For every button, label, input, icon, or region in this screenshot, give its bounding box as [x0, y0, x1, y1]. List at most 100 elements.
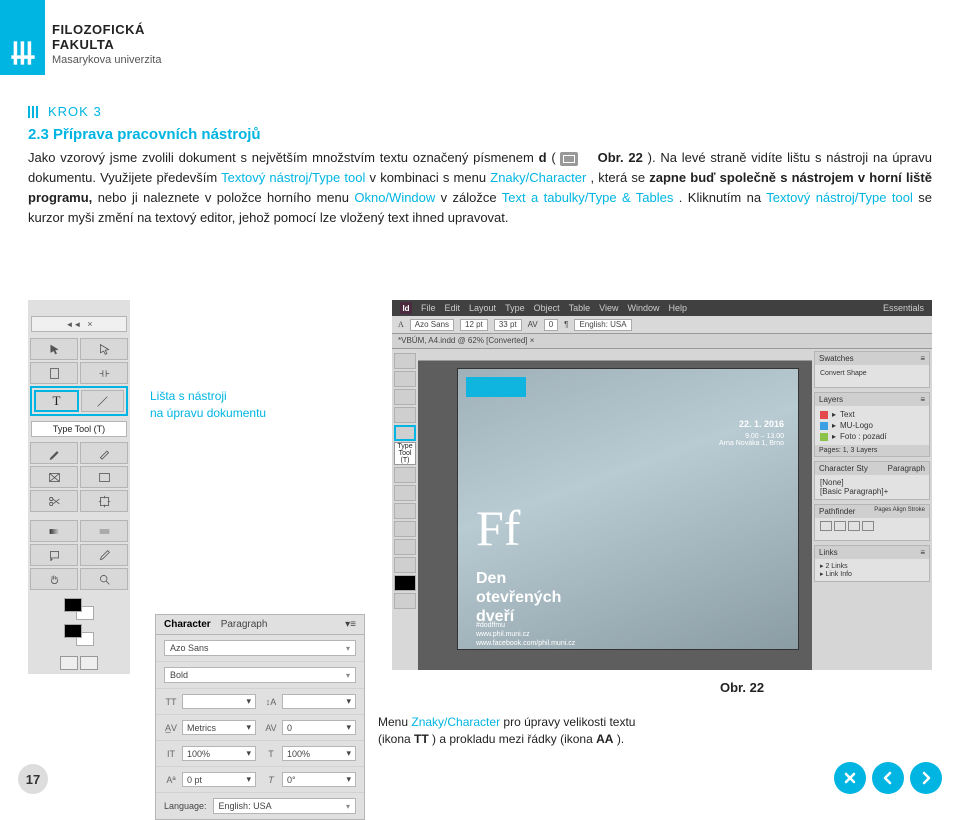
ws-gap-icon[interactable]: [394, 407, 416, 423]
ws-type-tool-icon[interactable]: [394, 425, 416, 441]
font-weight-field[interactable]: Bold▾: [164, 667, 356, 683]
menu-object[interactable]: Object: [534, 303, 560, 313]
type-tool-icon[interactable]: T: [34, 390, 79, 412]
ws-gradient-icon[interactable]: [394, 521, 416, 537]
note-tool-icon[interactable]: [30, 544, 78, 566]
language-field[interactable]: English: USA▾: [213, 798, 356, 814]
font-size-field[interactable]: ▾: [182, 694, 256, 709]
tracking-field[interactable]: 0▾: [282, 720, 356, 735]
preview-view-icon[interactable]: [80, 656, 98, 670]
ws-rect-icon[interactable]: [394, 485, 416, 501]
faculty-line3: Masarykova univerzita: [52, 54, 161, 66]
ws-hand-icon[interactable]: [394, 539, 416, 555]
baseline-field[interactable]: 0 pt▾: [182, 772, 256, 787]
pen-tool-icon[interactable]: [30, 442, 78, 464]
ws-sel-icon[interactable]: [394, 353, 416, 369]
layer-foto[interactable]: ▸ Foto : pozadí: [820, 431, 924, 442]
charstyles-panel[interactable]: Character StyParagraph [None] [Basic Par…: [814, 461, 930, 500]
kerning-field[interactable]: Metrics▾: [182, 720, 256, 735]
menu-layout[interactable]: Layout: [469, 303, 496, 313]
line-tool-icon[interactable]: [81, 390, 124, 412]
ws-view-icon[interactable]: [394, 593, 416, 609]
fill-stroke-swatch[interactable]: [64, 598, 94, 620]
menu-table[interactable]: Table: [569, 303, 591, 313]
ws-dsel-icon[interactable]: [394, 371, 416, 387]
indesign-logo-icon: Id: [400, 302, 412, 314]
layer-text[interactable]: ▸ Text: [820, 409, 924, 420]
path-int-icon[interactable]: [848, 521, 860, 531]
links-panel[interactable]: Links≡ ▸ 2 Links▸ Link Info: [814, 545, 930, 582]
skew-field[interactable]: 0°▾: [282, 772, 356, 787]
hand-tool-icon[interactable]: [30, 568, 78, 590]
doc-tab-label: *VBÚM, A4.indd @ 62% [Converted]: [398, 336, 528, 345]
panel-menu-icon[interactable]: ▾≡: [345, 619, 356, 630]
inline-doc-icon: [560, 152, 578, 166]
kerning-icon: A̲V: [164, 721, 178, 735]
prev-button[interactable]: [872, 762, 904, 794]
default-colors-swatch[interactable]: [64, 624, 94, 646]
view-mode-row: [28, 652, 130, 674]
collapse-icon: ◄◄: [65, 320, 81, 329]
pathfinder-panel[interactable]: PathfinderPages Align Stroke: [814, 504, 930, 541]
normal-view-icon[interactable]: [60, 656, 78, 670]
ws-pen-icon[interactable]: [394, 467, 416, 483]
path-sub-icon[interactable]: [834, 521, 846, 531]
gradient-feather-icon[interactable]: [80, 520, 128, 542]
ws-swatch-icon[interactable]: [394, 575, 416, 591]
leading-field[interactable]: ▾: [282, 694, 356, 709]
swatches-panel[interactable]: Swatches≡ Convert Shape: [814, 351, 930, 388]
caption-link-character: Znaky/Character: [411, 715, 500, 729]
pencil-tool-icon[interactable]: [80, 442, 128, 464]
character-panel[interactable]: Character Paragraph ▾≡ Azo Sans▾ Bold▾ T…: [155, 614, 365, 820]
scissors-icon[interactable]: [30, 490, 78, 512]
zoom-tool-icon[interactable]: [80, 568, 128, 590]
hscale-field[interactable]: 100%▾: [282, 746, 356, 761]
menu-type[interactable]: Type: [505, 303, 525, 313]
ws-scissors-icon[interactable]: [394, 503, 416, 519]
charstyle-basic[interactable]: [Basic Paragraph]+: [820, 487, 924, 496]
rect-tool-icon[interactable]: [80, 466, 128, 488]
next-button[interactable]: [910, 762, 942, 794]
path-add-icon[interactable]: [820, 521, 832, 531]
page-logo: [466, 377, 526, 397]
eyedropper-icon[interactable]: [80, 544, 128, 566]
ctrl-font[interactable]: Azo Sans: [410, 319, 454, 331]
direct-selection-icon[interactable]: [80, 338, 128, 360]
body-paragraph: Jako vzorový jsme zvolili dokument s nej…: [28, 148, 932, 229]
tab-character[interactable]: Character: [164, 619, 211, 630]
tool-panel: ◄◄ × T Type Tool (T): [28, 300, 130, 674]
menu-window[interactable]: Window: [627, 303, 659, 313]
gap-tool-icon[interactable]: [80, 362, 128, 384]
page-tool-icon[interactable]: [30, 362, 78, 384]
path-exc-icon[interactable]: [862, 521, 874, 531]
vscale-field[interactable]: 100%▾: [182, 746, 256, 761]
hscale-icon: T: [264, 747, 278, 761]
menu-help[interactable]: Help: [668, 303, 687, 313]
control-bar: A Azo Sans 12 pt 33 pt AV 0 ¶ English: U…: [392, 316, 932, 334]
ctrl-lang[interactable]: English: USA: [574, 319, 631, 331]
ctrl-leading[interactable]: 33 pt: [494, 319, 522, 331]
font-family-field[interactable]: Azo Sans▾: [164, 640, 356, 656]
close-button[interactable]: [834, 762, 866, 794]
layer-logo[interactable]: ▸ MU-Logo: [820, 420, 924, 431]
ws-page-icon[interactable]: [394, 389, 416, 405]
ctrl-size[interactable]: 12 pt: [460, 319, 488, 331]
ws-canvas[interactable]: 22. 1. 2016 9.00 – 13.00 Arna Nováka 1, …: [418, 349, 812, 670]
ctrl-tracking[interactable]: 0: [544, 319, 558, 331]
body-t: . Kliknutím na: [679, 190, 766, 205]
menu-view[interactable]: View: [599, 303, 618, 313]
document-page[interactable]: 22. 1. 2016 9.00 – 13.00 Arna Nováka 1, …: [458, 369, 798, 649]
tab-paragraph[interactable]: Paragraph: [221, 619, 268, 630]
transform-icon[interactable]: [80, 490, 128, 512]
document-tab[interactable]: *VBÚM, A4.indd @ 62% [Converted] ×: [392, 334, 932, 349]
menu-edit[interactable]: Edit: [445, 303, 461, 313]
layers-panel[interactable]: Layers≡ ▸ Text ▸ MU-Logo ▸ Foto : pozadí…: [814, 392, 930, 457]
selection-tool-icon[interactable]: [30, 338, 78, 360]
horizontal-ruler: [418, 349, 812, 361]
charstyle-none[interactable]: [None]: [820, 478, 924, 487]
ws-zoom-icon[interactable]: [394, 557, 416, 573]
menu-file[interactable]: File: [421, 303, 436, 313]
gradient-tool-icon[interactable]: [30, 520, 78, 542]
workspace-switcher[interactable]: Essentials: [883, 303, 924, 313]
rect-frame-icon[interactable]: [30, 466, 78, 488]
